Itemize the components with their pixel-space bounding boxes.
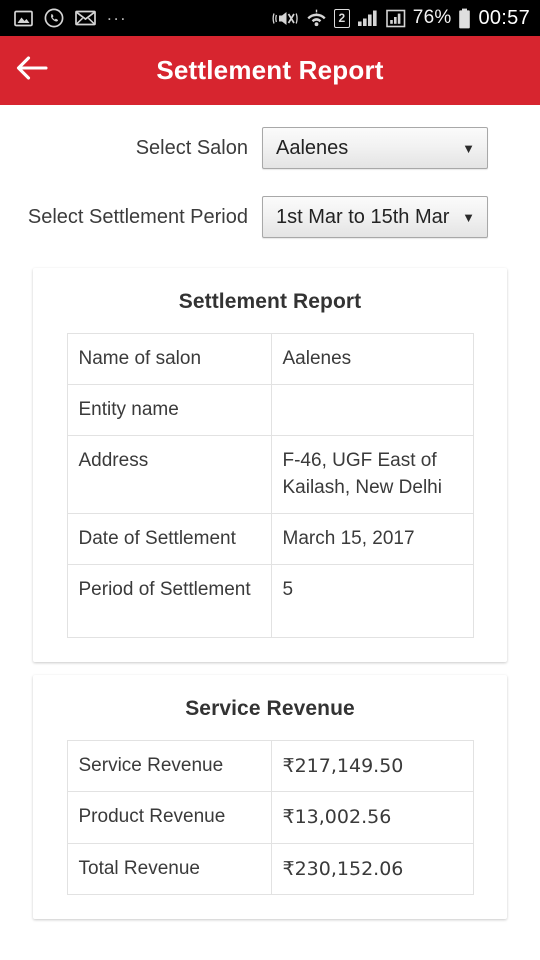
table-row: Address F-46, UGF East of Kailash, New D… — [66, 435, 474, 514]
signal2-icon — [385, 9, 406, 28]
image-icon — [14, 10, 33, 27]
whatsapp-icon — [44, 8, 64, 28]
back-arrow-icon — [16, 55, 48, 86]
table-row: Product Revenue ₹13,002.56 — [66, 791, 474, 844]
table-row: Service Revenue ₹217,149.50 — [66, 740, 474, 793]
page-content: Select Salon Aalenes ▼ Select Settlement… — [0, 105, 540, 960]
select-salon-row: Select Salon Aalenes ▼ — [0, 127, 540, 169]
battery-percentage: 76% — [412, 7, 452, 28]
table-cell-key: Service Revenue — [66, 740, 272, 793]
table-cell-value: ₹13,002.56 — [270, 791, 474, 844]
chevron-down-icon: ▼ — [462, 140, 475, 156]
settlement-report-table: Name of salon Aalenes Entity name Addres… — [66, 332, 474, 639]
status-bar: ... 2 76% 00:57 — [0, 0, 540, 36]
page-title: Settlement Report — [156, 55, 384, 85]
table-cell-key: Period of Settlement — [66, 564, 272, 639]
table-cell-value: ₹217,149.50 — [270, 740, 474, 793]
table-row: Date of Settlement March 15, 2017 — [66, 512, 474, 566]
table-cell-value: F-46, UGF East of Kailash, New Delhi — [270, 435, 474, 514]
table-cell-key: Address — [66, 435, 272, 514]
table-cell-key: Total Revenue — [66, 842, 272, 895]
app-bar: Settlement Report — [0, 36, 540, 105]
table-cell-key: Entity name — [66, 384, 272, 437]
table-cell-value: ₹230,152.06 — [270, 842, 474, 895]
select-salon-label: Select Salon — [135, 136, 248, 159]
notification-overflow-ellipsis: ... — [107, 5, 128, 24]
period-dropdown[interactable]: 1st Mar to 15th Mar ▼ — [262, 196, 488, 238]
select-period-row: Select Settlement Period 1st Mar to 15th… — [0, 196, 540, 238]
table-cell-value: 5 — [270, 564, 474, 639]
status-bar-notifications: ... — [14, 5, 271, 28]
salon-dropdown[interactable]: Aalenes ▼ — [262, 127, 488, 169]
sim2-icon: 2 — [333, 8, 350, 28]
service-revenue-card-title: Service Revenue — [185, 697, 355, 721]
table-row: Entity name — [66, 384, 474, 437]
table-row: Period of Settlement 5 — [66, 564, 474, 639]
vibrate-mute-icon — [271, 9, 299, 28]
period-dropdown-value: 1st Mar to 15th Mar — [276, 205, 450, 228]
table-cell-value — [270, 384, 474, 437]
battery-icon — [458, 8, 471, 29]
table-row: Name of salon Aalenes — [66, 332, 474, 386]
status-bar-system-icons: 2 76% 00:57 — [271, 7, 530, 30]
table-cell-value: Aalenes — [270, 332, 474, 386]
settlement-report-card-title: Settlement Report — [178, 290, 362, 313]
table-cell-key: Product Revenue — [66, 791, 272, 844]
service-revenue-card: Service Revenue Service Revenue ₹217,149… — [33, 675, 507, 919]
table-cell-key: Date of Settlement — [66, 512, 272, 566]
table-cell-key: Name of salon — [66, 332, 272, 386]
email-icon — [75, 10, 96, 26]
clock: 00:57 — [478, 6, 530, 29]
chevron-down-icon: ▼ — [462, 209, 475, 225]
settlement-report-card: Settlement Report Name of salon Aalenes … — [33, 268, 507, 663]
table-cell-value: March 15, 2017 — [270, 512, 474, 566]
salon-dropdown-value: Aalenes — [276, 136, 349, 159]
signal-icon — [357, 9, 379, 27]
table-row: Total Revenue ₹230,152.06 — [66, 842, 474, 895]
back-button[interactable] — [0, 36, 64, 105]
wifi-icon — [306, 9, 327, 27]
select-period-label: Select Settlement Period — [27, 205, 248, 228]
service-revenue-table: Service Revenue ₹217,149.50 Product Reve… — [66, 740, 474, 895]
